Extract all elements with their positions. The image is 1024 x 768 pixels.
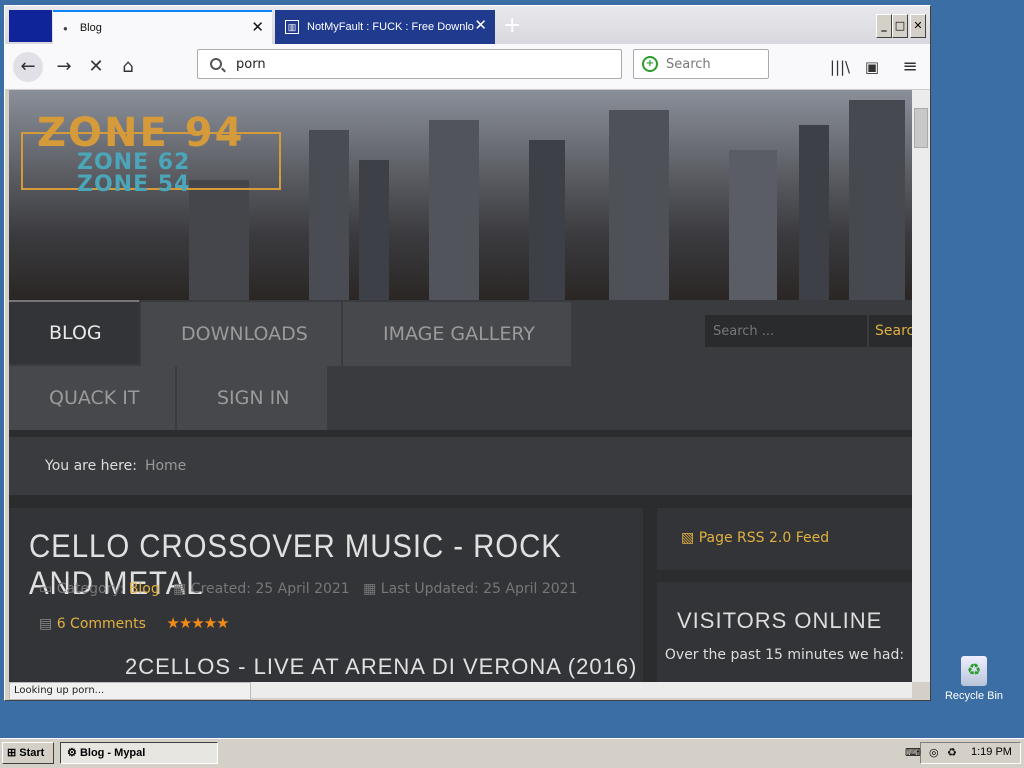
maximize-button[interactable]: □ xyxy=(892,14,908,38)
site-logo-sub: ZONE 62 ZONE 54 xyxy=(77,152,190,196)
start-button[interactable]: ⊞ Start xyxy=(2,742,54,764)
breadcrumb-home[interactable]: Home xyxy=(145,458,186,474)
rss-module: ▧ Page RSS 2.0 Feed xyxy=(657,508,912,570)
taskbar-item-label: Blog - Mypal xyxy=(79,747,146,759)
horizontal-scrollbar[interactable] xyxy=(251,682,912,698)
site-search-button[interactable]: Search xyxy=(869,315,912,347)
menu-icon[interactable]: ≡ xyxy=(895,52,925,82)
tab-notmyfault[interactable]: ▥ NotMyFault : FUCK : Free Downlo ✕ xyxy=(275,10,495,44)
breadcrumb-label: You are here: xyxy=(45,458,137,474)
windows-logo-icon: ⊞ xyxy=(7,747,17,759)
article-meta: ▭ Category: Blog ▦ Created: 25 April 202… xyxy=(39,581,577,597)
minimize-button[interactable]: _ xyxy=(876,14,892,38)
menu-item-sign-in[interactable]: SIGN IN xyxy=(177,366,327,430)
url-text: porn xyxy=(236,56,266,72)
taskbar: ⊞ Start ⚙ Blog - Mypal ⌨ ◎ ♻ 1:19 PM xyxy=(0,738,1024,768)
calendar-icon: ▦ xyxy=(363,581,377,597)
menu-item-image-gallery[interactable]: IMAGE GALLERY xyxy=(343,302,571,366)
comment-icon: ▤ xyxy=(39,616,53,632)
article-comments: ▤ 6 Comments ★★★★★ xyxy=(39,614,230,632)
close-tab-icon[interactable]: ✕ xyxy=(474,18,487,34)
article-subtitle: 2CELLOS - LIVE AT ARENA DI VERONA (2016) xyxy=(125,654,638,679)
keyboard-icon[interactable]: ⌨ xyxy=(905,746,921,759)
menu-item-blog[interactable]: BLOG xyxy=(9,300,139,364)
vertical-scrollbar[interactable] xyxy=(912,90,930,682)
tab-title: Blog xyxy=(79,22,102,34)
comments-link[interactable]: 6 Comments xyxy=(57,616,146,632)
loading-dot-icon: ● xyxy=(63,23,68,33)
category-label: Category: xyxy=(56,581,125,597)
mypal-icon: ⚙ xyxy=(67,747,77,759)
rss-icon: ▧ xyxy=(681,530,695,546)
search-engine-icon: + xyxy=(642,56,658,72)
search-bar[interactable]: + Search xyxy=(633,49,769,79)
site-banner: ZONE 94 ZONE 62 ZONE 54 xyxy=(9,90,912,300)
visitors-text: Over the past 15 minutes we had: xyxy=(664,647,905,663)
created-date: Created: 25 April 2021 xyxy=(190,581,350,597)
category-link[interactable]: Blog xyxy=(129,581,160,597)
update-icon[interactable]: ♻ xyxy=(947,746,957,759)
logo-sub-line2: ZONE 54 xyxy=(77,172,191,197)
main-menu: BLOG DOWNLOADS IMAGE GALLERY QUACK IT SI… xyxy=(9,300,912,430)
new-tab-button[interactable]: + xyxy=(503,14,521,38)
status-bar: Looking up porn... xyxy=(9,682,251,700)
address-bar[interactable]: porn xyxy=(197,49,622,79)
rating-stars[interactable]: ★★★★★ xyxy=(166,614,229,632)
tab-bar: ● Blog ✕ ▥ NotMyFault : FUCK : Free Down… xyxy=(5,6,930,44)
updated-date: Last Updated: 25 April 2021 xyxy=(380,581,578,597)
folder-icon: ▭ xyxy=(39,581,53,597)
window-system-icon[interactable] xyxy=(9,10,52,42)
clock[interactable]: 1:19 PM xyxy=(971,746,1012,758)
search-icon xyxy=(210,58,222,70)
back-button[interactable]: ← xyxy=(13,52,43,82)
visitors-title: VISITORS ONLINE xyxy=(677,608,883,633)
scroll-thumb[interactable] xyxy=(914,108,928,148)
system-tray: ⌨ ◎ ♻ 1:19 PM xyxy=(905,742,1021,764)
tab-blog[interactable]: ● Blog ✕ xyxy=(53,10,272,44)
breadcrumb: You are here: Home xyxy=(9,437,912,495)
stop-button[interactable]: ✕ xyxy=(81,52,111,82)
forward-button[interactable]: → xyxy=(49,52,79,82)
close-tab-icon[interactable]: ✕ xyxy=(251,20,264,36)
start-label: Start xyxy=(19,747,45,759)
rss-link[interactable]: Page RSS 2.0 Feed xyxy=(699,530,829,546)
menu-item-downloads[interactable]: DOWNLOADS xyxy=(141,302,341,366)
recycle-bin[interactable]: ♻ Recycle Bin xyxy=(944,656,1004,702)
home-button[interactable]: ⌂ xyxy=(113,52,143,82)
recycle-bin-label: Recycle Bin xyxy=(944,690,1004,702)
tab-title: NotMyFault : FUCK : Free Downlo xyxy=(307,21,474,33)
article: CELLO CROSSOVER MUSIC - ROCK AND METAL ▭… xyxy=(9,508,643,682)
visitors-module: VISITORS ONLINE Over the past 15 minutes… xyxy=(657,582,912,682)
logo-sub-line1: ZONE 62 xyxy=(77,150,191,175)
library-icon[interactable]: |||\ xyxy=(825,52,855,82)
navigation-toolbar: ← → ✕ ⌂ porn + Search |||\ ▣ ≡ xyxy=(5,44,930,90)
taskbar-item-mypal[interactable]: ⚙ Blog - Mypal xyxy=(60,742,218,764)
search-placeholder: Search xyxy=(666,56,711,72)
recycle-bin-icon: ♻ xyxy=(961,656,987,686)
site-search-input[interactable]: Search ... xyxy=(705,315,867,347)
close-window-button[interactable]: ✕ xyxy=(910,14,926,38)
sidebar-icon[interactable]: ▣ xyxy=(857,52,887,82)
calendar-icon: ▦ xyxy=(173,581,187,597)
network-icon[interactable]: ◎ xyxy=(929,746,939,759)
browser-window: ● Blog ✕ ▥ NotMyFault : FUCK : Free Down… xyxy=(4,5,931,701)
building-icon: ▥ xyxy=(285,20,299,34)
menu-item-quack-it[interactable]: QUACK IT xyxy=(9,366,175,430)
page-content: ZONE 94 ZONE 62 ZONE 54 BLOG DOWNLOADS I… xyxy=(9,90,912,682)
